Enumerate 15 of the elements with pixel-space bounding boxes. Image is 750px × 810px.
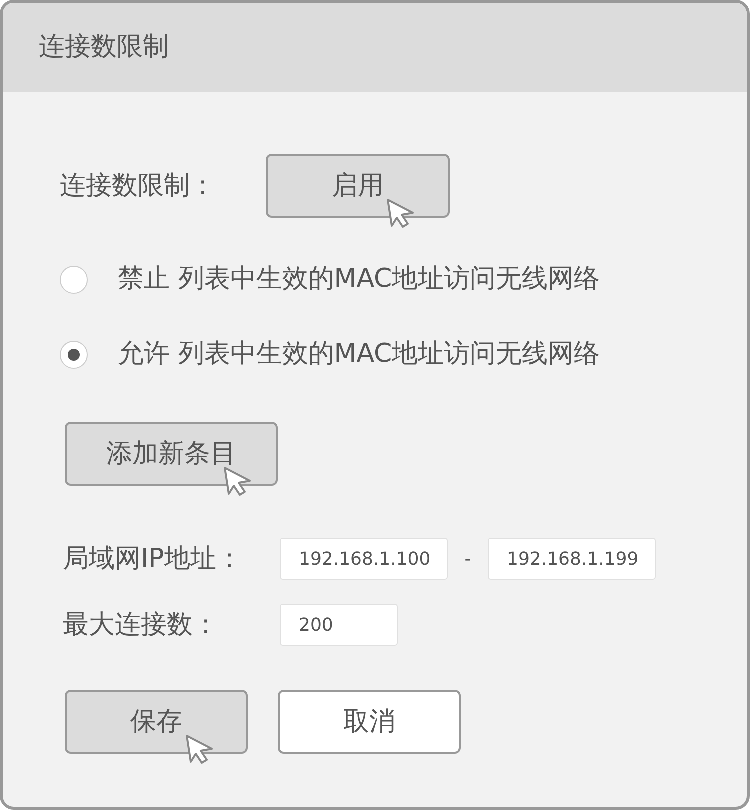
radio-button[interactable] <box>60 266 88 294</box>
cancel-button[interactable]: 取消 <box>278 690 461 754</box>
enable-button[interactable]: 启用 <box>266 154 450 218</box>
add-entry-button[interactable]: 添加新条目 <box>65 422 278 486</box>
max-connections-label: 最大连接数： <box>63 608 220 642</box>
ip-label: 局域网IP地址： <box>63 542 244 576</box>
dialog-title: 连接数限制 <box>39 31 169 64</box>
radio-label: 允许 列表中生效的MAC地址访问无线网络 <box>118 338 600 371</box>
range-separator: - <box>464 548 472 572</box>
max-connections-field[interactable]: 200 <box>280 604 398 646</box>
save-button[interactable]: 保存 <box>65 690 248 754</box>
radio-label: 禁止 列表中生效的MAC地址访问无线网络 <box>118 263 600 296</box>
radio-button[interactable] <box>60 340 88 368</box>
ip-end-field[interactable]: 192.168.1.199 <box>488 538 656 580</box>
limit-label: 连接数限制： <box>60 170 217 202</box>
